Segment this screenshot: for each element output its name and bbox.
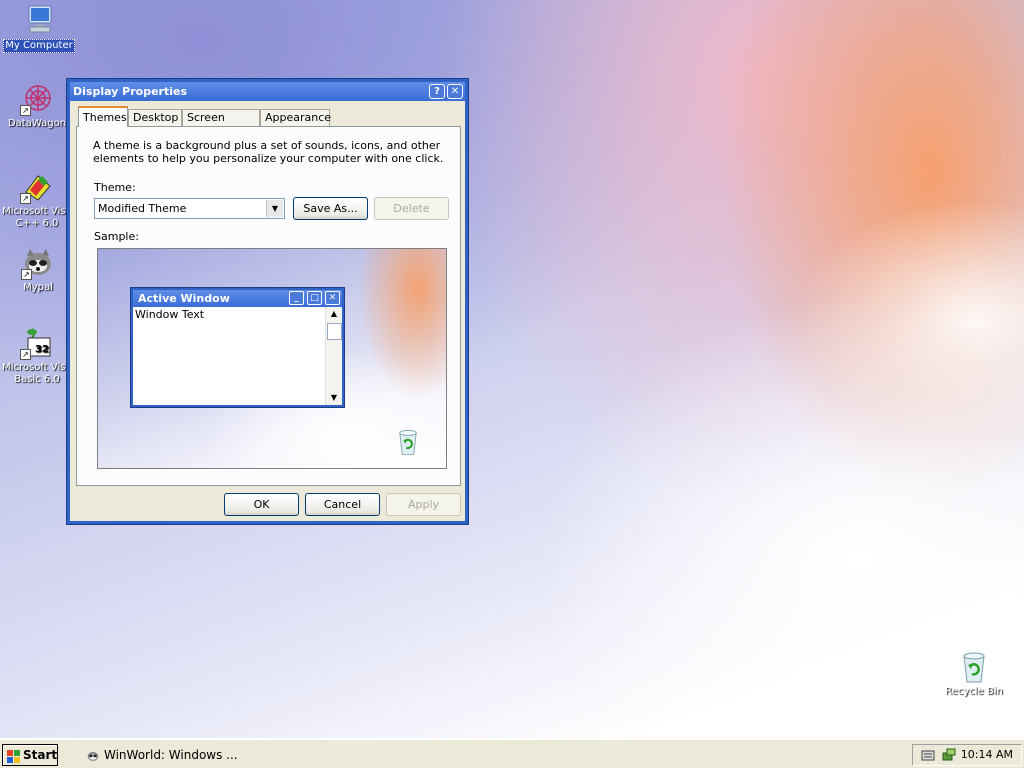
windows-logo-icon [7,749,20,763]
start-label: Start [23,748,58,762]
desktop-icon-label: Recycle Bin [945,686,1003,697]
dialog-client: Themes Desktop Screen Saver Appearance A… [70,101,465,521]
visual-basic-icon: 32 ↗ [20,326,54,360]
svg-text:32: 32 [35,344,49,355]
tab-desktop[interactable]: Desktop [128,109,182,126]
desktop-icon-recycle-bin[interactable]: Recycle Bin [937,650,1011,698]
dialog-titlebar[interactable]: Display Properties ? ✕ [70,82,465,101]
clock[interactable]: 10:14 AM [961,745,1013,765]
taskbar: Start WinWorld: Windows ... 10:14 AM [0,738,1024,768]
shortcut-arrow-icon: ↗ [20,193,31,204]
system-tray: 10:14 AM [912,744,1022,766]
visual-cpp-icon: ↗ [20,170,54,204]
display-properties-dialog: Display Properties ? ✕ Themes Desktop Sc… [66,78,469,525]
scroll-up-icon: ▲ [330,309,338,318]
scroll-thumb [327,323,342,340]
recycle-bin-icon [394,427,422,457]
theme-sample-preview: Active Window _ □ ✕ Window Text ▲ ▼ [97,248,447,469]
close-icon: ✕ [325,291,340,305]
recycle-bin-icon [957,650,991,684]
desktop-icon-label: Microsoft Visu Basic 6.0 [2,362,72,385]
shortcut-arrow-icon: ↗ [21,269,32,280]
scroll-down-icon: ▼ [330,393,338,402]
sample-active-window: Active Window _ □ ✕ Window Text ▲ ▼ [130,287,345,408]
desktop-icon-visual-cpp[interactable]: ↗ Microsoft Visu C++ 6.0 [0,170,74,230]
ok-button[interactable]: OK [224,493,299,516]
maximize-icon: □ [307,291,322,305]
help-button[interactable]: ? [429,84,445,99]
desktop-icon-my-computer[interactable]: My Computer [2,3,76,53]
theme-description: A theme is a background plus a set of so… [93,139,444,165]
minimize-icon: _ [289,291,304,305]
sample-window-title: Active Window [138,292,230,305]
theme-label: Theme: [94,181,136,194]
sample-window-titlebar: Active Window _ □ ✕ [133,290,342,307]
tab-themes[interactable]: Themes [78,106,128,127]
chevron-down-icon[interactable]: ▼ [266,200,283,217]
keyboard-icon[interactable] [921,748,935,765]
desktop-icon-label: DataWagon [7,118,67,129]
start-button[interactable]: Start [2,744,58,766]
close-button[interactable]: ✕ [447,84,463,99]
shortcut-arrow-icon: ↗ [20,349,31,360]
desktop-icon-label: Mypal [23,282,53,293]
datawagon-icon: ↗ [20,82,54,116]
themes-panel: A theme is a background plus a set of so… [76,126,461,486]
computer-icon [22,3,56,37]
desktop-icon-visual-basic[interactable]: 32 ↗ Microsoft Visu Basic 6.0 [0,326,74,386]
sample-scrollbar: ▲ ▼ [325,307,342,405]
sample-window-body: Window Text ▲ ▼ [133,307,342,405]
sample-label: Sample: [94,230,139,243]
raccoon-icon: ↗ [21,246,55,280]
theme-select-value: Modified Theme [98,202,187,215]
save-as-button[interactable]: Save As... [293,197,368,220]
taskbar-item-winworld[interactable]: WinWorld: Windows ... [80,744,240,766]
raccoon-icon [86,748,100,762]
desktop-icon-mypal[interactable]: ↗ Mypal [1,246,75,294]
network-icon[interactable] [941,747,957,766]
delete-button[interactable]: Delete [374,197,449,220]
apply-button[interactable]: Apply [386,493,461,516]
desktop-icon-label: My Computer [3,39,75,53]
taskbar-item-label: WinWorld: Windows ... [104,748,238,762]
cancel-button[interactable]: Cancel [305,493,380,516]
theme-select[interactable]: Modified Theme ▼ [94,198,285,219]
sample-window-text: Window Text [135,308,205,321]
shortcut-arrow-icon: ↗ [20,105,31,116]
dialog-title: Display Properties [73,85,188,98]
desktop-icon-datawagon[interactable]: ↗ DataWagon [0,82,74,130]
tab-screen-saver[interactable]: Screen Saver [182,109,260,140]
desktop-icon-label: Microsoft Visu C++ 6.0 [2,206,72,229]
tab-appearance[interactable]: Appearance [260,109,331,126]
